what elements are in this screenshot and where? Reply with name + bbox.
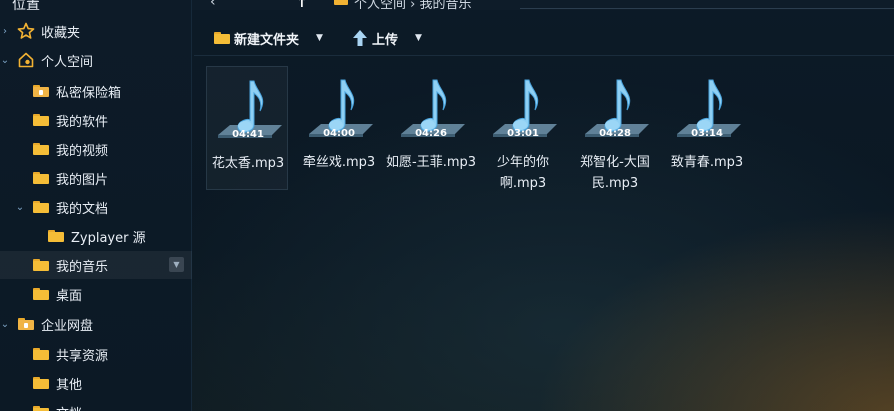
- folder-icon: [33, 377, 49, 389]
- file-name: 如愿-王菲.mp3: [386, 155, 477, 170]
- folder-icon: [33, 259, 49, 271]
- folder-icon: [33, 288, 49, 300]
- sidebar-item-my-software[interactable]: 我的软件: [0, 106, 192, 134]
- folder-icon: [33, 143, 49, 155]
- sidebar-item-label: 企业网盘: [41, 318, 94, 334]
- new-folder-label: 新建文件夹: [234, 33, 300, 48]
- folder-icon: [214, 32, 230, 44]
- file-item[interactable]: 04:00 牵丝戏.mp3: [298, 66, 380, 190]
- sidebar-item-label: 我的文档: [56, 201, 109, 217]
- duration-label: 04:41: [232, 129, 264, 140]
- file-name: 郑智化-大国民.mp3: [580, 155, 650, 191]
- divider: [194, 55, 894, 56]
- sidebar-item-label: 私密保险箱: [56, 85, 122, 101]
- sidebar-item-label: 收藏夹: [41, 25, 81, 41]
- breadcrumb[interactable]: 个人空间 › 我的音乐: [354, 0, 471, 12]
- file-name: 少年的你啊.mp3: [496, 155, 549, 191]
- sidebar-item-personal-space[interactable]: ⌄ 个人空间: [0, 46, 192, 74]
- file-name: 牵丝戏.mp3: [302, 155, 376, 170]
- sidebar-item-favorites[interactable]: › 收藏夹: [0, 17, 192, 45]
- sidebar-item-label: 我的图片: [56, 172, 109, 188]
- folder-icon: [33, 114, 49, 126]
- sidebar-item-zyplayer[interactable]: Zyplayer 源: [0, 222, 192, 250]
- chevron-down-icon[interactable]: ▼: [415, 33, 422, 43]
- duration-label: 03:01: [507, 128, 539, 139]
- duration-label: 04:28: [599, 128, 631, 139]
- star-icon: [17, 22, 35, 39]
- sidebar-item-label: 我的视频: [56, 143, 109, 159]
- sidebar-item-my-music[interactable]: 我的音乐 ▼: [0, 251, 192, 279]
- new-folder-button[interactable]: 新建文件夹 ▼: [214, 22, 332, 54]
- sidebar-item-label: 桌面: [56, 288, 83, 304]
- sidebar-item-label: 我的音乐: [56, 259, 109, 275]
- sidebar-heading: 位置: [12, 0, 40, 13]
- chevron-down-icon[interactable]: ⌄: [0, 319, 10, 330]
- sidebar-item-label: 我的软件: [56, 114, 109, 130]
- sidebar-item-label: 其他: [56, 377, 83, 393]
- sidebar-item-label: Zyplayer 源: [71, 230, 146, 246]
- sidebar-item-label: 文档: [56, 403, 82, 411]
- upload-label: 上传: [372, 33, 399, 48]
- duration-label: 03:14: [691, 128, 723, 139]
- file-item[interactable]: 03:14 致青春.mp3: [666, 66, 748, 190]
- duration-label: 04:00: [323, 128, 355, 139]
- sidebar-item-label: 共享资源: [56, 348, 109, 364]
- upload-arrow-icon: [353, 30, 367, 46]
- upload-button[interactable]: 上传 ▼: [352, 22, 430, 54]
- sidebar-item-my-pictures[interactable]: 我的图片: [0, 164, 192, 192]
- sidebar-item-my-documents[interactable]: ⌄ 我的文档: [0, 193, 192, 221]
- toolbar: 新建文件夹 ▼ 上传 ▼: [194, 22, 894, 54]
- file-name: 致青春.mp3: [670, 155, 744, 170]
- sidebar-item-private-vault[interactable]: 私密保险箱: [0, 77, 192, 105]
- sidebar-item-other[interactable]: 其他: [0, 369, 192, 397]
- sidebar: 位置 › 收藏夹 ⌄ 个人空间 私密保险箱 我的软件 我的视频 我的图片 ⌄ 我…: [0, 0, 192, 411]
- search-input[interactable]: [520, 0, 894, 9]
- sidebar-item-label: 个人空间: [41, 54, 94, 70]
- sidebar-item-enterprise-drive[interactable]: ⌄ 企业网盘: [0, 310, 192, 338]
- folder-icon: [33, 348, 49, 360]
- file-item[interactable]: 04:26 如愿-王菲.mp3: [386, 66, 476, 190]
- sidebar-item-shared-resources[interactable]: 共享资源: [0, 340, 192, 368]
- sidebar-item-my-videos[interactable]: 我的视频: [0, 135, 192, 163]
- back-button[interactable]: ‹: [210, 0, 216, 10]
- chevron-right-icon[interactable]: ›: [0, 26, 10, 37]
- file-item[interactable]: 04:41 花太香.mp3: [206, 66, 288, 190]
- file-item[interactable]: 04:28 郑智化-大国民.mp3: [574, 66, 656, 191]
- file-item[interactable]: 03:01 少年的你啊.mp3: [482, 66, 564, 191]
- folder-icon: [48, 230, 64, 242]
- up-button[interactable]: ↑: [296, 0, 308, 11]
- lock-folder-icon: [33, 85, 49, 97]
- sidebar-item-documents[interactable]: 文档: [0, 398, 192, 411]
- app-window: ‹ ↑ 个人空间 › 我的音乐 位置 › 收藏夹 ⌄ 个人空间 私密保险箱 我的…: [0, 0, 894, 411]
- folder-icon: [33, 406, 49, 411]
- folder-icon: [33, 201, 49, 213]
- enterprise-folder-icon: [18, 318, 34, 330]
- chevron-down-icon[interactable]: ⌄: [15, 202, 25, 213]
- breadcrumb-folder-icon: [334, 0, 348, 5]
- duration-label: 04:26: [415, 128, 447, 139]
- chevron-down-icon[interactable]: ⌄: [0, 55, 10, 66]
- folder-icon: [33, 172, 49, 184]
- sidebar-item-desktop[interactable]: 桌面: [0, 280, 192, 308]
- chevron-down-icon[interactable]: ▼: [316, 33, 323, 43]
- house-icon: [18, 52, 34, 68]
- dropdown-button[interactable]: ▼: [169, 257, 184, 272]
- file-name: 花太香.mp3: [211, 156, 285, 171]
